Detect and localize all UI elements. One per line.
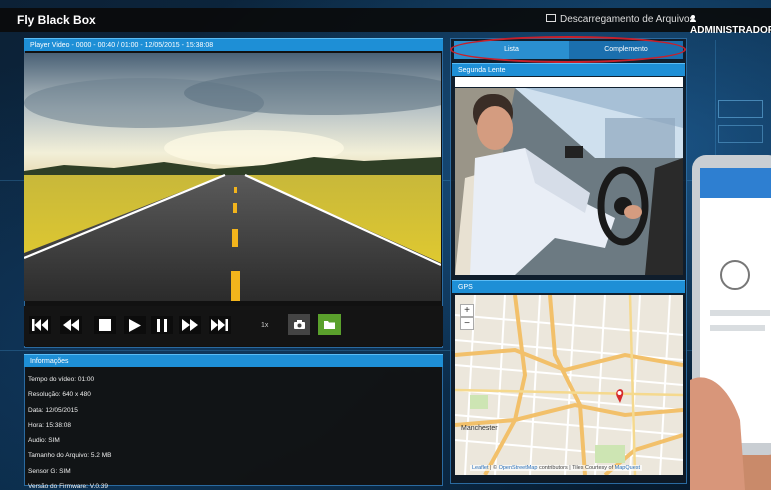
- admin-label: ADMINISTRADOR: [690, 25, 771, 36]
- play-icon: [129, 318, 141, 332]
- mapquest-link[interactable]: MapQuest: [615, 465, 640, 471]
- bg-hud-box: [718, 100, 763, 118]
- phone-illustration: [690, 155, 771, 490]
- snapshot-button[interactable]: [288, 314, 310, 335]
- info-firmware: Versão do Firmware: V.0.39: [28, 483, 108, 490]
- downloads-link[interactable]: Descarregamento de Arquivos: [546, 14, 695, 25]
- skip-start-button[interactable]: [29, 316, 51, 334]
- app-title: Fly Black Box: [17, 13, 96, 27]
- folder-icon: [324, 321, 335, 329]
- pause-button[interactable]: [151, 316, 173, 334]
- info-video-time: Tempo do vídeo: 01:00: [28, 376, 95, 383]
- info-header: Informações: [24, 354, 443, 367]
- info-g-sensor: Sensor G: SIM: [28, 467, 71, 475]
- info-list: Tempo do vídeo: 01:00 Resolução: 640 x 4…: [28, 372, 111, 490]
- rewind-icon: [63, 319, 79, 331]
- road-scene: [24, 53, 441, 301]
- map-frame[interactable]: [455, 295, 683, 475]
- tab-highlight-ellipse: [450, 36, 686, 63]
- folder-button[interactable]: [318, 314, 341, 335]
- video-controls: 1x: [24, 306, 443, 346]
- downloads-label: Descarregamento de Arquivos: [560, 14, 695, 25]
- fast-forward-button[interactable]: [179, 316, 201, 334]
- info-resolution: Resolução: 640 x 480: [28, 391, 91, 399]
- pause-icon: [157, 318, 167, 332]
- zoom-out-button[interactable]: −: [460, 317, 474, 330]
- top-bar: Fly Black Box Descarregamento de Arquivo…: [0, 8, 771, 36]
- attribution-text: contributors | Tiles Courtesy of: [538, 465, 614, 471]
- bg-hud-box: [718, 125, 763, 143]
- info-audio: Audio: SIM: [28, 437, 60, 445]
- second-lens-header: Segunda Lente: [452, 63, 685, 76]
- camera-icon: [293, 320, 305, 329]
- map-attribution: Leaflet | © OpenStreetMap contributors |…: [470, 465, 643, 471]
- speed-label: 1x: [261, 322, 269, 329]
- info-file-size: Tamanho do Arquivo: 5.2 MB: [28, 452, 112, 460]
- monitor-icon: [546, 14, 556, 22]
- video-header: Player Video - 0000 - 00:40 / 01:00 - 12…: [24, 38, 443, 51]
- map-city-label: Manchester: [461, 425, 498, 432]
- admin-menu[interactable]: ADMINISTRADOR: [690, 14, 771, 36]
- info-time: Hora: 15:38:08: [28, 421, 72, 429]
- osm-link[interactable]: OpenStreetMap: [499, 465, 538, 471]
- rewind-button[interactable]: [60, 316, 82, 334]
- stop-button[interactable]: [94, 316, 116, 334]
- phone-hand-photo: [690, 150, 771, 490]
- play-button[interactable]: [124, 316, 146, 334]
- skip-start-icon: [32, 319, 48, 331]
- gps-header: GPS: [452, 280, 685, 293]
- info-date: Data: 12/05/2015: [28, 406, 78, 414]
- video-frame[interactable]: [24, 53, 441, 301]
- driver-scene: [455, 88, 683, 275]
- second-lens-frame[interactable]: [455, 88, 683, 275]
- skip-end-button[interactable]: [209, 316, 231, 334]
- second-lens-bar: [455, 77, 683, 87]
- fast-forward-icon: [182, 319, 198, 331]
- zoom-in-button[interactable]: +: [460, 304, 474, 317]
- leaflet-link[interactable]: Leaflet: [472, 465, 489, 471]
- user-icon: [690, 15, 696, 22]
- map-tiles: [455, 295, 683, 475]
- stop-icon: [99, 319, 111, 331]
- skip-end-icon: [211, 319, 228, 331]
